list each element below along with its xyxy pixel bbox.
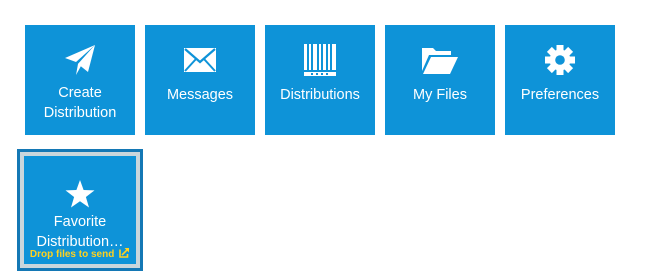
messages-tile[interactable]: Messages	[145, 25, 255, 135]
paper-plane-icon	[25, 43, 135, 77]
my-files-label: My Files	[413, 87, 467, 103]
drop-files-hint: Drop files to send	[24, 247, 136, 260]
barcode-icon	[265, 43, 375, 77]
favorite-distribution-tile[interactable]: Favorite Distribution… Drop files to sen…	[24, 156, 136, 264]
gear-icon	[505, 43, 615, 77]
preferences-label: Preferences	[520, 87, 600, 103]
drop-files-text: Drop files to send	[29, 249, 115, 260]
messages-label: Messages	[166, 87, 234, 103]
distributions-tile[interactable]: Distributions	[265, 25, 375, 135]
create-distribution-label: Create Distribution	[43, 85, 117, 121]
distributions-label: Distributions	[280, 87, 360, 103]
create-distribution-tile[interactable]: Create Distribution	[25, 25, 135, 135]
favorite-distribution-label: Favorite Distribution…	[36, 214, 124, 250]
folder-open-icon	[385, 43, 495, 77]
envelope-icon	[145, 43, 255, 77]
preferences-tile[interactable]: Preferences	[505, 25, 615, 135]
favorite-distribution-selection-frame: Favorite Distribution… Drop files to sen…	[17, 149, 143, 271]
external-link-icon	[119, 248, 130, 258]
my-files-tile[interactable]: My Files	[385, 25, 495, 135]
star-icon	[24, 180, 136, 208]
